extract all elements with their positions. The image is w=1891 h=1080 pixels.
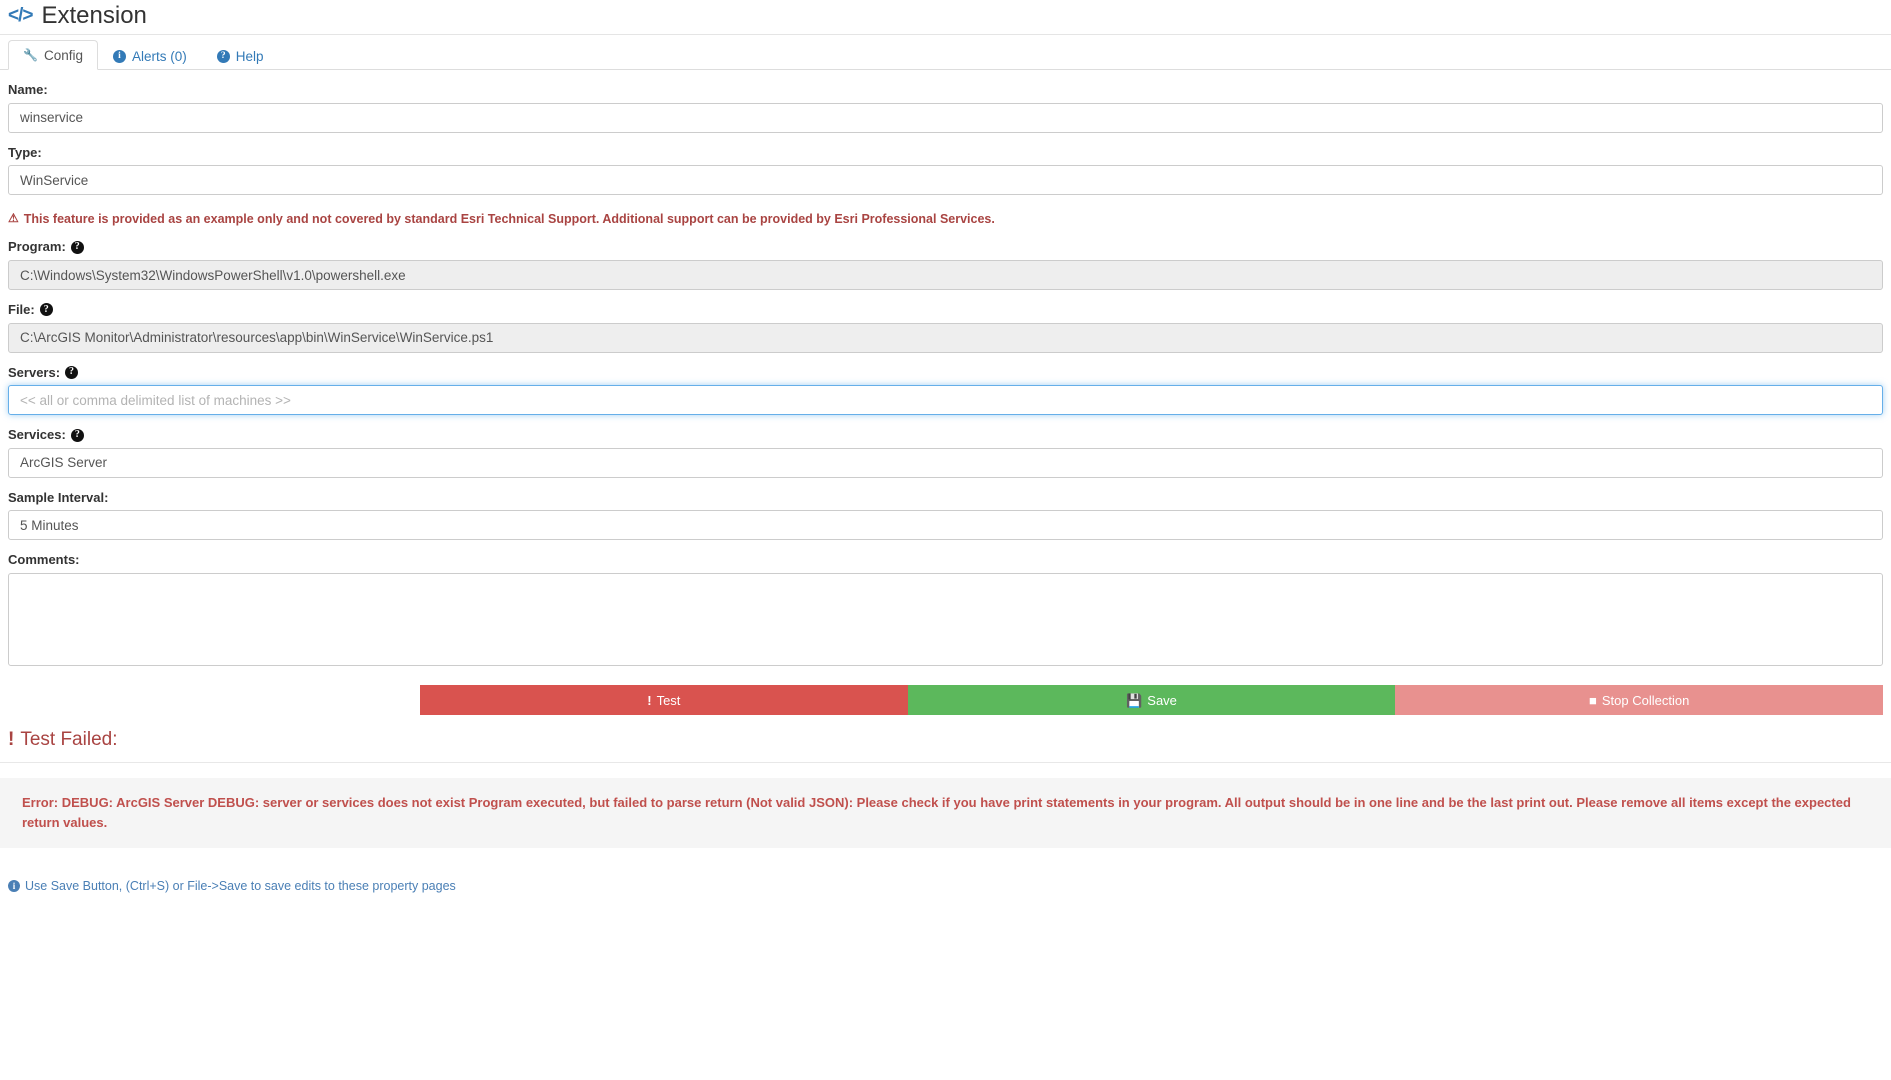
services-label: Services: ?: [8, 427, 1883, 443]
comments-label: Comments:: [8, 552, 80, 568]
exclamation-icon: !: [647, 692, 652, 708]
name-input[interactable]: [8, 102, 1883, 133]
wrench-icon: 🔧: [23, 48, 38, 63]
test-failed-label: Test Failed:: [20, 729, 118, 750]
warning-triangle-icon: ⚠: [8, 211, 19, 226]
services-input[interactable]: [8, 447, 1883, 478]
save-button-label: Save: [1147, 692, 1177, 708]
info-circle-icon: i: [112, 49, 126, 63]
tab-alerts[interactable]: i Alerts (0): [98, 41, 202, 71]
program-input[interactable]: [8, 260, 1883, 291]
name-label: Name:: [8, 82, 48, 97]
floppy-disk-icon: 💾: [1126, 692, 1143, 708]
help-icon-program[interactable]: ?: [70, 240, 84, 254]
question-circle-icon: ?: [216, 49, 230, 63]
tab-config[interactable]: 🔧 Config: [8, 39, 98, 70]
sample-interval-label: Sample Interval:: [8, 489, 109, 505]
save-button[interactable]: 💾 Save: [907, 685, 1396, 715]
footer-note: i Use Save Button, (Ctrl+S) or File->Sav…: [8, 880, 1891, 893]
tab-help[interactable]: ? Help: [202, 41, 279, 71]
footer-note-text: Use Save Button, (Ctrl+S) or File->Save …: [25, 879, 456, 894]
config-form: Name: Type: ⚠ This feature is provided a…: [0, 82, 1891, 715]
page-title: Extension: [41, 1, 147, 29]
error-panel: Error: DEBUG: ArcGIS Server DEBUG: serve…: [0, 777, 1891, 849]
servers-input[interactable]: [8, 385, 1883, 416]
tab-config-label: Config: [43, 47, 83, 63]
info-circle-icon: i: [8, 880, 20, 893]
servers-label: Servers: ?: [8, 365, 1883, 381]
example-warning: ⚠ This feature is provided as an example…: [8, 211, 1883, 227]
exclamation-icon: !: [8, 729, 15, 750]
example-warning-text: This feature is provided as an example o…: [23, 212, 995, 227]
type-input[interactable]: [8, 165, 1883, 196]
file-label: File: ?: [8, 302, 1883, 318]
action-button-row: ! Test 💾 Save ■ Stop Collection: [420, 685, 1884, 715]
tab-alerts-label: Alerts (0): [131, 48, 187, 64]
comments-textarea[interactable]: [8, 573, 1883, 666]
test-failed-heading: ! Test Failed:: [8, 729, 1891, 752]
test-button-label: Test: [656, 692, 681, 708]
tab-bar: 🔧 Config i Alerts (0) ? Help: [0, 35, 1891, 70]
program-label: Program: ?: [8, 239, 1883, 255]
result-divider: [0, 761, 1891, 763]
tab-help-label: Help: [235, 48, 264, 64]
help-icon-services[interactable]: ?: [70, 428, 84, 442]
sample-interval-input[interactable]: [8, 510, 1883, 541]
test-button[interactable]: ! Test: [420, 685, 908, 715]
page-header: </> Extension: [0, 0, 1891, 31]
stop-square-icon: ■: [1589, 692, 1597, 708]
help-icon-servers[interactable]: ?: [65, 365, 79, 379]
stop-collection-button[interactable]: ■ Stop Collection: [1395, 685, 1884, 715]
stop-collection-button-label: Stop Collection: [1601, 692, 1690, 708]
error-message: Error: DEBUG: ArcGIS Server DEBUG: serve…: [22, 794, 1851, 830]
file-input[interactable]: [8, 322, 1883, 353]
help-icon-file[interactable]: ?: [39, 303, 53, 317]
code-icon: </>: [8, 5, 34, 26]
type-label: Type:: [8, 144, 42, 160]
